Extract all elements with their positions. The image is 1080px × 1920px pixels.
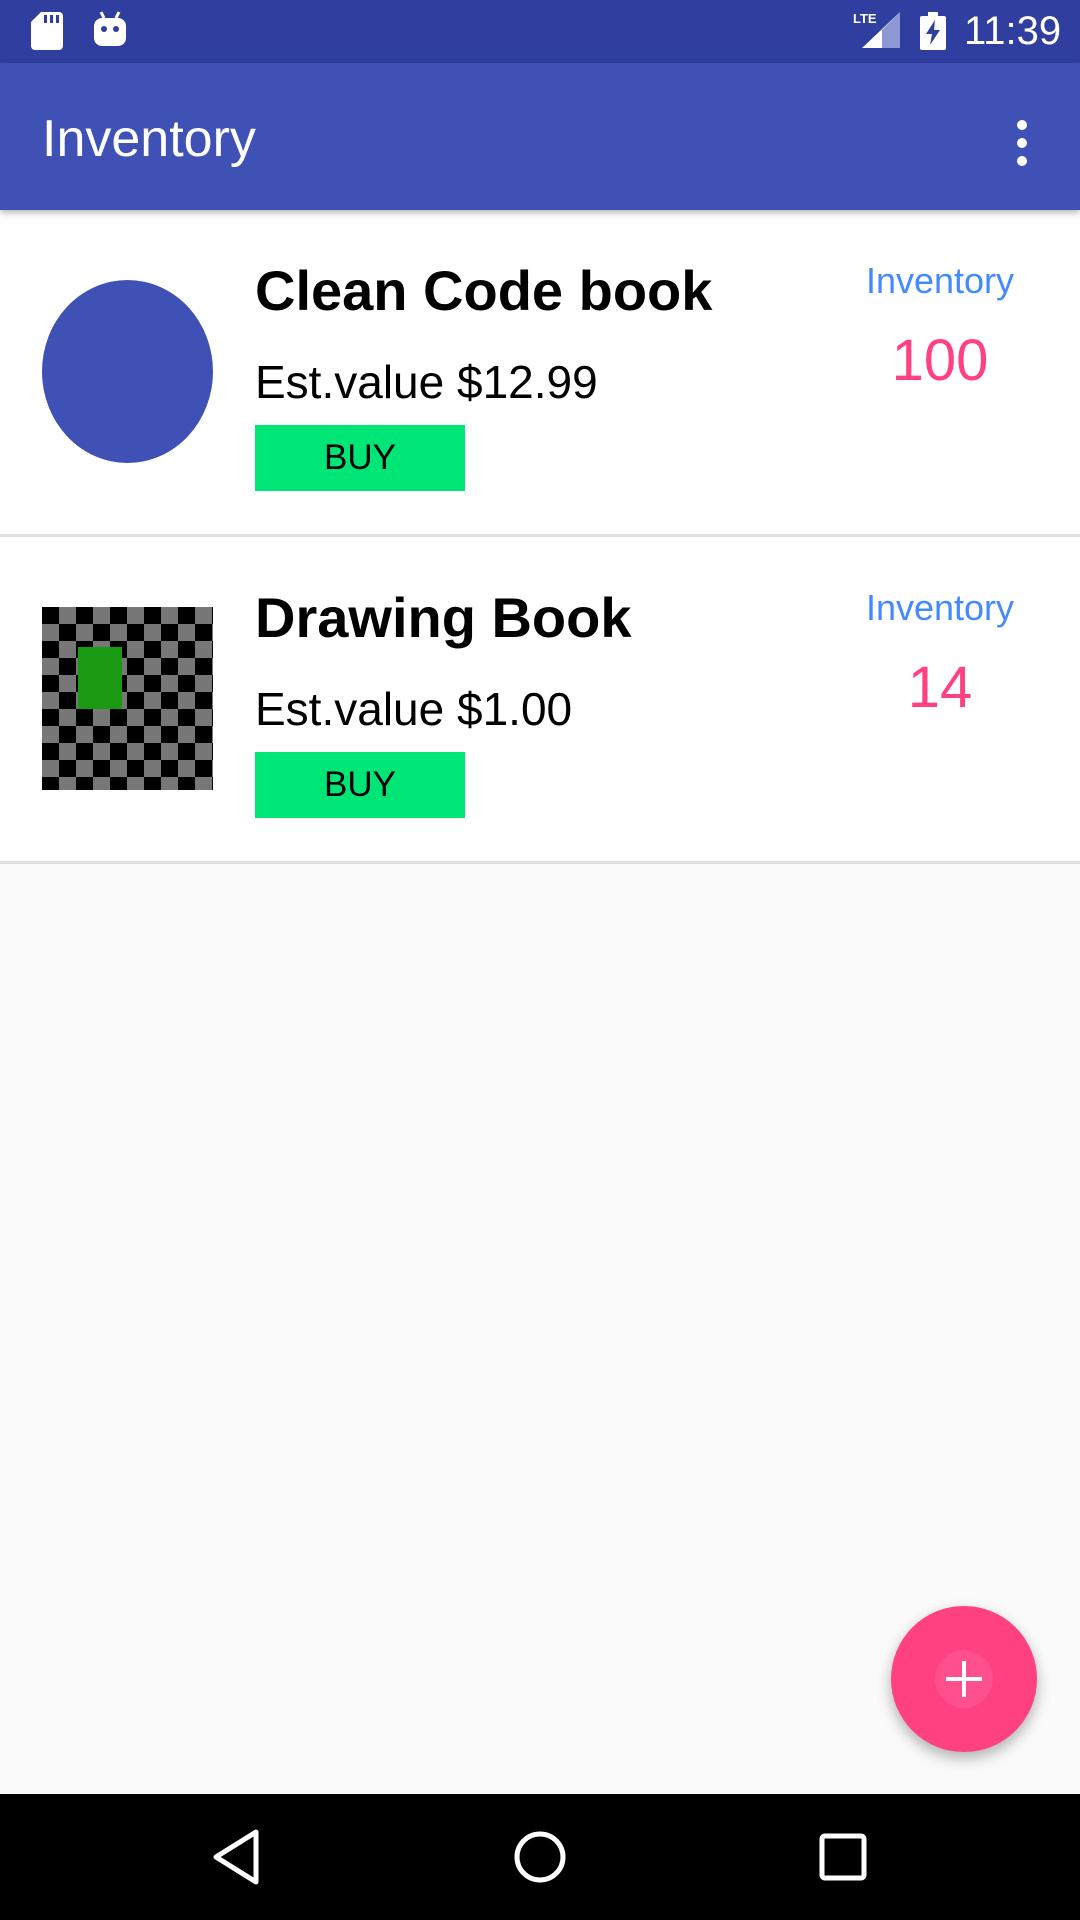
recents-icon[interactable] xyxy=(810,1824,876,1890)
sd-card-icon xyxy=(31,12,63,50)
product-price: Est.value $12.99 xyxy=(255,356,598,408)
inventory-label: Inventory xyxy=(865,587,1015,628)
app-bar: Inventory xyxy=(0,63,1080,210)
product-price: Est.value $1.00 xyxy=(255,683,573,735)
product-name: Drawing Book xyxy=(255,586,632,649)
buy-button[interactable]: BUY xyxy=(255,752,465,818)
product-name: Clean Code book xyxy=(255,259,713,322)
back-icon[interactable] xyxy=(204,1824,270,1890)
inventory-label: Inventory xyxy=(865,260,1015,301)
more-vert-icon[interactable] xyxy=(1000,111,1044,175)
android-debug-icon xyxy=(94,11,126,46)
product-thumbnail xyxy=(42,607,213,790)
inventory-count: 14 xyxy=(907,655,973,720)
home-icon[interactable] xyxy=(507,1824,573,1890)
battery-charging-icon xyxy=(920,12,946,50)
page-title: Inventory xyxy=(42,110,256,168)
buy-button[interactable]: BUY xyxy=(255,425,465,491)
add-icon xyxy=(935,1650,993,1708)
inventory-list: Clean Code book Est.value $12.99 BUY Inv… xyxy=(0,210,1080,864)
svg-text:LTE: LTE xyxy=(853,11,877,26)
thumbnail-placeholder xyxy=(78,647,122,709)
lte-signal-icon: LTE xyxy=(853,11,900,48)
navigation-bar xyxy=(0,1794,1080,1920)
product-thumbnail xyxy=(42,280,213,463)
status-time: 11:39 xyxy=(964,9,1062,53)
list-item[interactable]: Clean Code book Est.value $12.99 BUY Inv… xyxy=(0,210,1080,537)
inventory-count: 100 xyxy=(891,328,989,393)
status-bar: LTE 11:39 xyxy=(0,0,1080,63)
list-item[interactable]: Drawing Book Est.value $1.00 BUY Invento… xyxy=(0,537,1080,864)
add-item-button[interactable] xyxy=(891,1606,1037,1752)
